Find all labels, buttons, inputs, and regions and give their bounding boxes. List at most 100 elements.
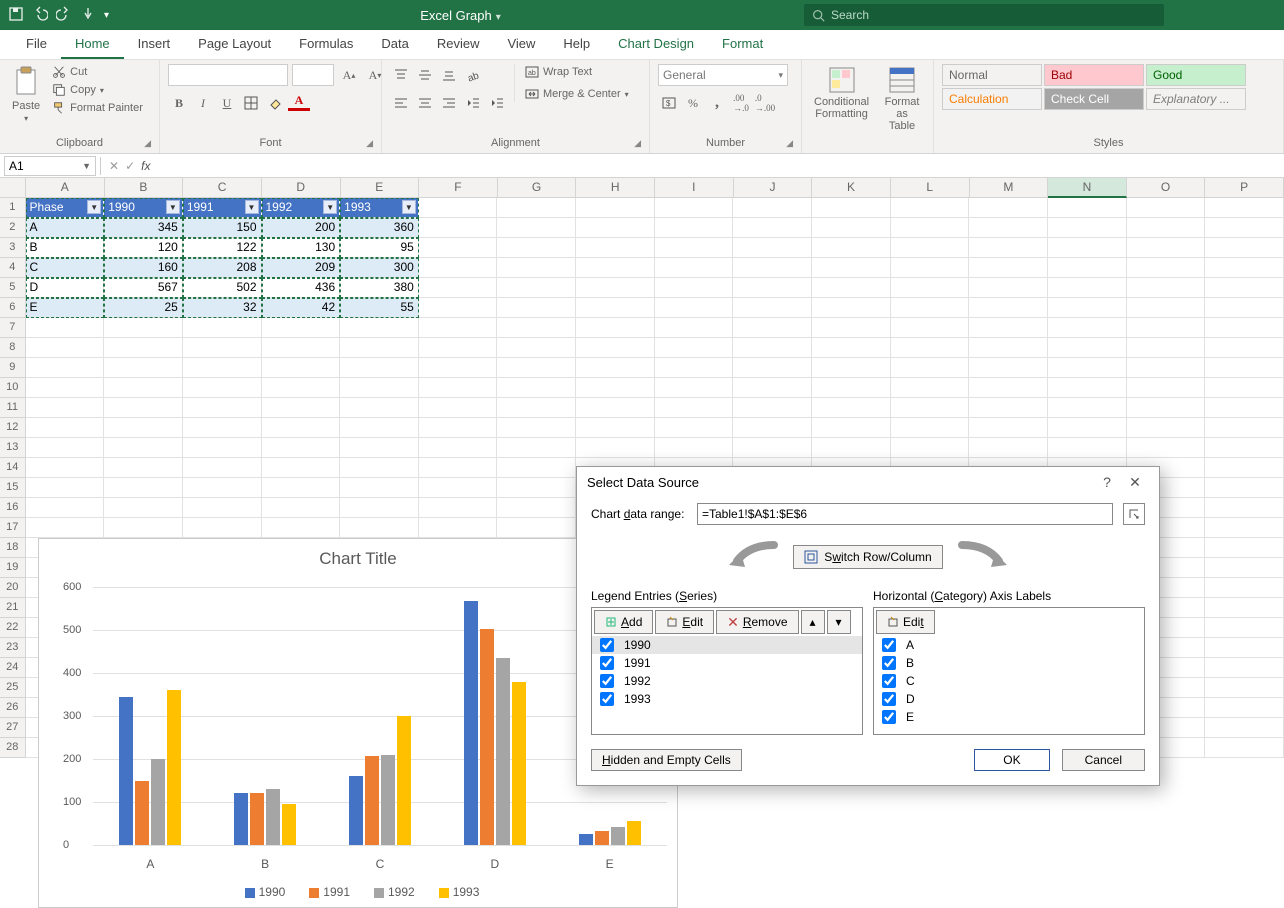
cell[interactable] [1205, 378, 1284, 398]
alignment-launcher-icon[interactable]: ◢ [634, 138, 641, 149]
series-checkbox[interactable] [600, 692, 614, 706]
hidden-empty-cells-button[interactable]: Hidden and Empty Cells [591, 749, 742, 771]
cell[interactable] [497, 358, 576, 378]
cell[interactable] [340, 338, 419, 358]
style-normal[interactable]: Normal [942, 64, 1042, 86]
cell[interactable] [340, 418, 419, 438]
row-header[interactable]: 1 [0, 198, 26, 218]
cell[interactable] [26, 518, 105, 538]
chart-bar[interactable] [512, 682, 526, 845]
cell[interactable] [655, 278, 734, 298]
column-header[interactable]: F [419, 178, 498, 198]
formula-input[interactable] [158, 156, 1284, 176]
cell[interactable] [891, 258, 970, 278]
cell[interactable] [891, 218, 970, 238]
legend-item[interactable]: 1991 [301, 885, 350, 899]
cell[interactable]: 380 [340, 278, 419, 298]
cell[interactable] [655, 318, 734, 338]
italic-button[interactable]: I [192, 92, 214, 114]
cell[interactable] [497, 498, 576, 518]
cell[interactable] [1205, 738, 1284, 758]
row-header[interactable]: 4 [0, 258, 26, 278]
cell[interactable] [419, 198, 498, 218]
tab-insert[interactable]: Insert [124, 30, 185, 59]
accounting-format-icon[interactable]: $ [658, 92, 680, 114]
chart-data-range-input[interactable] [697, 503, 1113, 525]
cell[interactable] [1205, 318, 1284, 338]
cell[interactable] [733, 318, 812, 338]
chart-bar[interactable] [627, 821, 641, 845]
cell[interactable] [891, 438, 970, 458]
cell[interactable] [733, 218, 812, 238]
chart-bar[interactable] [266, 789, 280, 845]
cell[interactable] [183, 438, 262, 458]
legend-item[interactable]: 1990 [237, 885, 286, 899]
select-all-corner[interactable] [0, 178, 26, 198]
style-bad[interactable]: Bad [1044, 64, 1144, 86]
border-button[interactable] [240, 92, 262, 114]
cell[interactable] [891, 198, 970, 218]
column-header[interactable]: B [105, 178, 184, 198]
column-header[interactable]: I [655, 178, 734, 198]
search-input[interactable]: Search [804, 4, 1164, 26]
cell[interactable] [262, 438, 341, 458]
category-checkbox[interactable] [882, 674, 896, 688]
cell[interactable] [1205, 618, 1284, 638]
cell[interactable]: 160 [104, 258, 183, 278]
tab-data[interactable]: Data [367, 30, 422, 59]
name-box[interactable]: A1▼ [4, 156, 96, 176]
series-list-item[interactable]: 1990 [592, 636, 862, 654]
cell[interactable] [969, 418, 1048, 438]
cell[interactable]: 42 [262, 298, 341, 318]
cell[interactable]: B [26, 238, 105, 258]
row-header[interactable]: 8 [0, 338, 26, 358]
cell[interactable] [1205, 398, 1284, 418]
cell[interactable] [576, 298, 655, 318]
qat-customize-icon[interactable]: ▾ [104, 10, 109, 21]
cell[interactable] [1127, 438, 1206, 458]
cell[interactable] [812, 338, 891, 358]
cell[interactable] [733, 258, 812, 278]
cell[interactable] [1048, 358, 1127, 378]
cell[interactable] [1048, 298, 1127, 318]
cell[interactable] [26, 438, 105, 458]
cell[interactable] [1205, 438, 1284, 458]
chart-bar[interactable] [135, 781, 149, 846]
cell[interactable] [419, 278, 498, 298]
font-launcher-icon[interactable]: ◢ [366, 138, 373, 149]
cell[interactable] [340, 478, 419, 498]
cell[interactable] [1127, 378, 1206, 398]
row-header[interactable]: 3 [0, 238, 26, 258]
align-right-icon[interactable] [438, 92, 460, 114]
cell[interactable] [1127, 358, 1206, 378]
decrease-decimal-icon[interactable]: .0→.00 [754, 92, 776, 114]
tab-home[interactable]: Home [61, 30, 124, 59]
cell[interactable] [576, 278, 655, 298]
cell[interactable] [733, 278, 812, 298]
cell[interactable] [969, 278, 1048, 298]
cell[interactable] [733, 378, 812, 398]
chart-bar[interactable] [119, 697, 133, 845]
cell[interactable]: 209 [262, 258, 341, 278]
cell[interactable] [497, 198, 576, 218]
cell[interactable] [733, 398, 812, 418]
cell[interactable] [655, 258, 734, 278]
cell[interactable]: 55 [340, 298, 419, 318]
chart-bar[interactable] [151, 759, 165, 845]
cell[interactable] [1205, 238, 1284, 258]
category-edit-button[interactable]: Edit [876, 610, 935, 634]
cell[interactable] [1205, 718, 1284, 738]
cell[interactable] [1127, 338, 1206, 358]
ok-button[interactable]: OK [974, 749, 1049, 771]
cell[interactable] [969, 238, 1048, 258]
cell[interactable] [576, 438, 655, 458]
cell[interactable] [262, 518, 341, 538]
increase-font-icon[interactable]: A▴ [338, 64, 360, 86]
cell[interactable] [104, 418, 183, 438]
cell[interactable] [1127, 418, 1206, 438]
cell[interactable] [891, 418, 970, 438]
number-format-select[interactable]: General▾ [658, 64, 788, 86]
cell[interactable] [733, 418, 812, 438]
cell[interactable] [183, 318, 262, 338]
cancel-button[interactable]: Cancel [1062, 749, 1145, 771]
